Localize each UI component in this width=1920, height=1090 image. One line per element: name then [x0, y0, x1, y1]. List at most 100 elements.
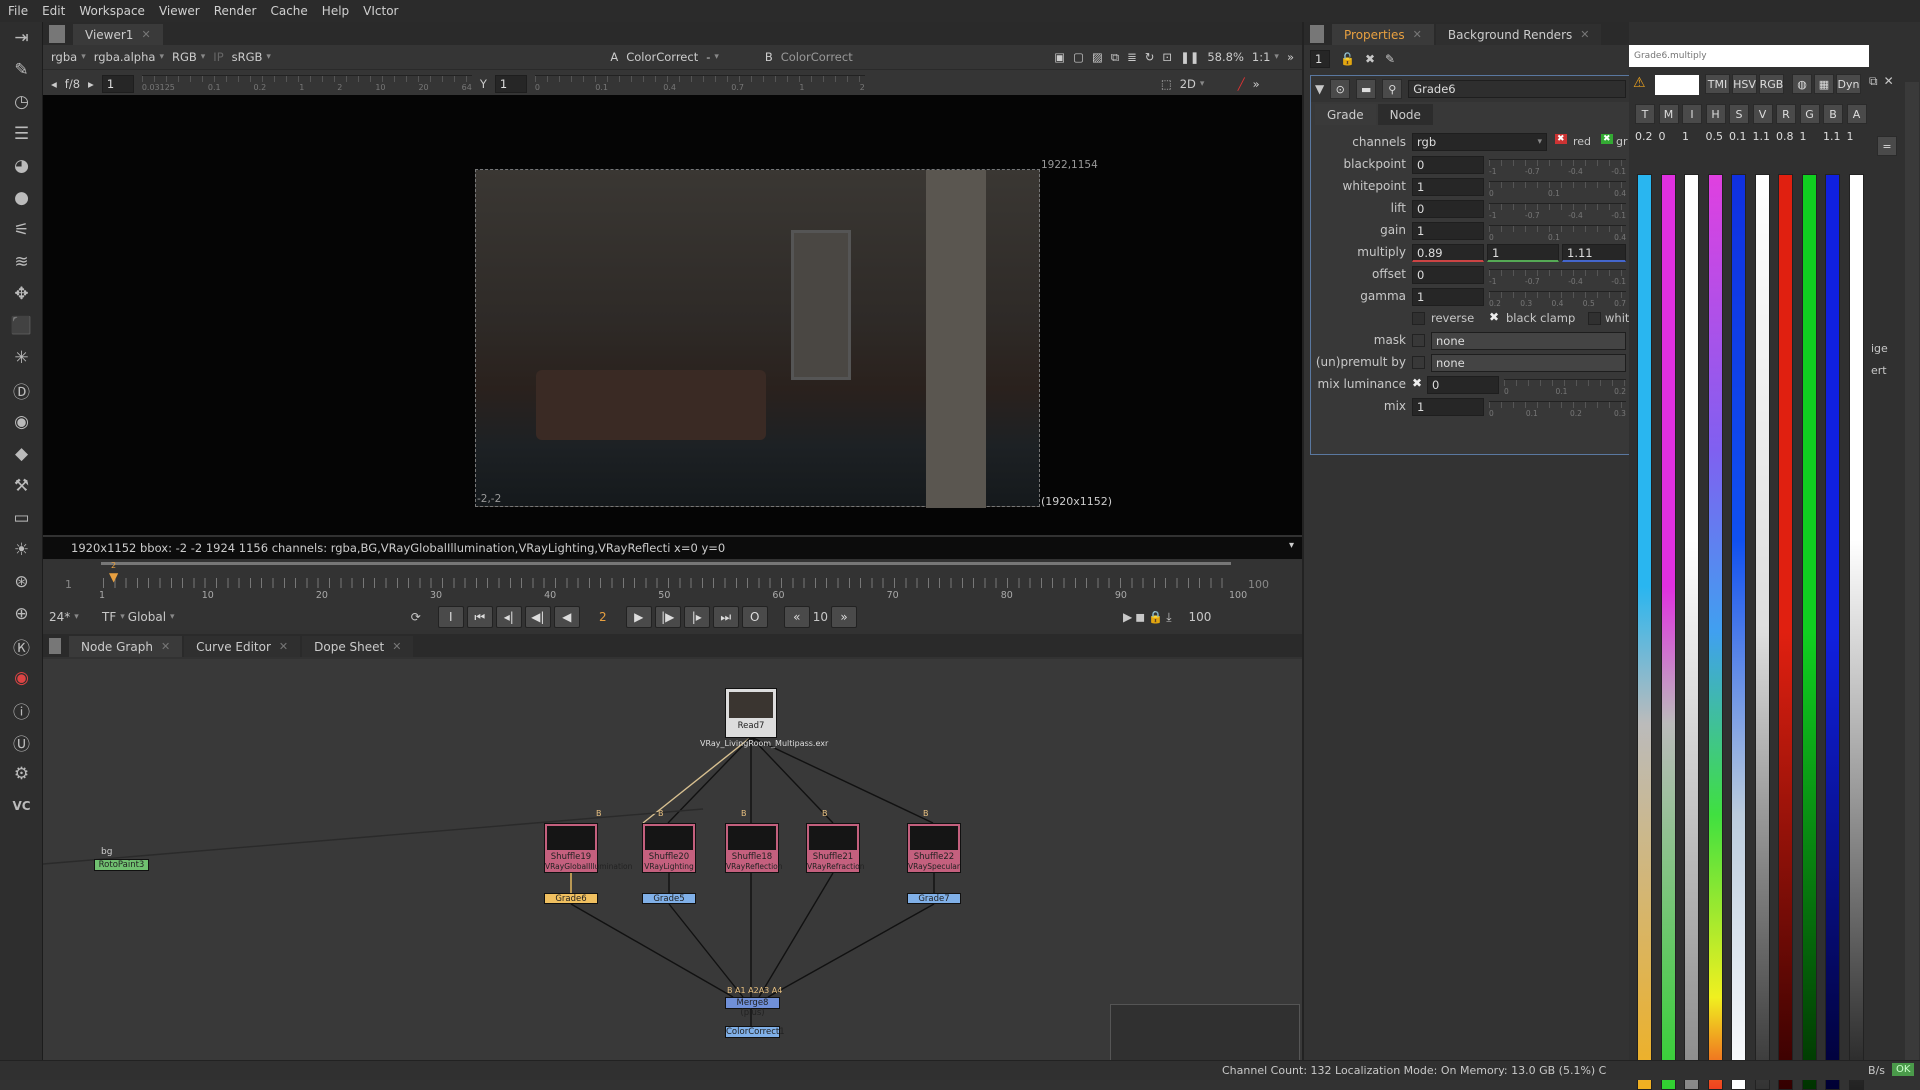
node-grade5[interactable]: Grade5	[642, 893, 696, 904]
scope-dropdown[interactable]: Global	[128, 610, 408, 624]
tab-node-graph[interactable]: Node Graph ✕	[69, 636, 183, 657]
play-backward-button[interactable]: ◀	[553, 606, 580, 628]
multiply-r-field[interactable]: 0.89	[1412, 244, 1484, 262]
metadata-icon[interactable]: ◆	[0, 438, 43, 470]
gain-slider[interactable]: 0 0.1 0.4	[1489, 225, 1626, 243]
other-icon[interactable]: ▭	[0, 502, 43, 534]
timeline-end[interactable]: 100	[1248, 578, 1269, 591]
prev-keyframe-button[interactable]: ◂|	[495, 606, 522, 628]
red-plugin-icon[interactable]: ◉	[0, 662, 43, 694]
lift-slider[interactable]: -1 -0.7 -0.4 -0.1	[1489, 203, 1626, 221]
whitepoint-field[interactable]: 1	[1412, 178, 1484, 196]
keyer-icon[interactable]: ⚟	[0, 214, 43, 246]
roi-select-icon[interactable]: ⬚	[1161, 77, 1172, 91]
blackpoint-field[interactable]: 0	[1412, 156, 1484, 174]
channel-value[interactable]: 1.1	[1823, 130, 1841, 143]
expand-icon[interactable]: »	[1253, 77, 1260, 91]
mask-dropdown[interactable]: none	[1431, 332, 1626, 350]
timeline-ruler[interactable]	[103, 578, 1233, 588]
channels-dropdown[interactable]: rgba	[51, 50, 86, 64]
export-icon[interactable]: ⤓	[1166, 610, 1171, 625]
close-icon[interactable]: ✕	[1580, 28, 1589, 41]
offset-slider[interactable]: -1 -0.7 -0.4 -0.1	[1489, 269, 1626, 287]
channel-slider-v[interactable]	[1754, 174, 1770, 1090]
image-icon[interactable]: ⇥	[0, 22, 43, 54]
white-clamp-checkbox[interactable]	[1588, 312, 1601, 325]
unpremult-dropdown[interactable]: none	[1431, 354, 1626, 372]
edit-icon[interactable]: ✎	[1385, 52, 1395, 66]
gamma-slider[interactable]: 0 0.1 0.4 0.7 1 2	[534, 74, 865, 93]
pause-icon[interactable]: ❚❚	[1180, 50, 1199, 64]
first-frame-button[interactable]: ⏮	[466, 606, 493, 628]
record-icon[interactable]: ◼	[1135, 610, 1145, 624]
tab-properties[interactable]: Properties ✕	[1332, 24, 1434, 45]
refresh-icon[interactable]: ↻	[1145, 50, 1155, 64]
prev-frame-button[interactable]: ◀|	[524, 606, 551, 628]
menu-workspace[interactable]: Workspace	[79, 4, 145, 18]
menu-help[interactable]: Help	[322, 4, 349, 18]
lock-icon[interactable]: 🔓	[1340, 52, 1355, 66]
reverse-checkbox[interactable]	[1412, 312, 1425, 325]
gain-field[interactable]: 1	[1412, 222, 1484, 240]
color-swatch[interactable]	[1655, 75, 1699, 95]
expand-icon[interactable]: »	[1287, 50, 1294, 64]
zoom-value[interactable]: 58.8%	[1207, 50, 1244, 64]
last-frame-button[interactable]: ⏭	[712, 606, 739, 628]
keylight-icon[interactable]: Ⓚ	[0, 630, 43, 662]
furnace-icon[interactable]: ☀	[0, 534, 43, 566]
3d-icon[interactable]: ⬛	[0, 310, 43, 342]
menu-edit[interactable]: Edit	[42, 4, 65, 18]
node-shuffle[interactable]: Shuffle20 VRayLighting	[642, 823, 696, 873]
channel-button-h[interactable]: H	[1705, 104, 1726, 124]
close-icon[interactable]: ✕	[161, 640, 170, 653]
close-icon[interactable]: ✕	[279, 640, 288, 653]
panel-menu-icon[interactable]	[49, 638, 61, 654]
settings-icon[interactable]: ⚲	[1382, 79, 1403, 99]
scrollbar[interactable]	[1905, 82, 1919, 1062]
channel-slider-b[interactable]	[1825, 174, 1840, 1090]
panel-menu-icon[interactable]	[49, 25, 65, 43]
node-colorcorrect1[interactable]: ColorCorrect1	[725, 1026, 785, 1038]
red-checkbox[interactable]: ✖	[1555, 134, 1567, 144]
mix-field[interactable]: 1	[1412, 398, 1484, 416]
channel-slider-s[interactable]	[1731, 174, 1746, 1090]
menu-file[interactable]: File	[8, 4, 28, 18]
frame-icon[interactable]: ▢	[1073, 50, 1084, 64]
deep-icon[interactable]: Ⓓ	[0, 374, 43, 406]
lut-dropdown[interactable]: sRGB	[232, 50, 283, 64]
channel-button-b[interactable]: B	[1823, 104, 1843, 124]
tab-viewer1[interactable]: Viewer1 ✕	[73, 24, 163, 45]
channel-button-t[interactable]: T	[1635, 104, 1655, 124]
input-b-dropdown[interactable]: ColorCorrect	[781, 50, 853, 64]
channel-slider-m[interactable]	[1660, 174, 1676, 1090]
unpremult-checkbox[interactable]	[1412, 356, 1425, 369]
float-icon[interactable]: ⧉	[1869, 74, 1878, 94]
clear-panels-icon[interactable]: ✖	[1365, 52, 1375, 66]
close-icon[interactable]: ✕	[392, 640, 401, 653]
channel-slider-i[interactable]	[1684, 174, 1699, 1090]
black-clamp-checkbox[interactable]: ✖	[1489, 310, 1499, 324]
mix-luminance-checkbox[interactable]: ✖	[1412, 376, 1422, 390]
channel-icon[interactable]: ☰	[0, 118, 43, 150]
step-forward-button[interactable]: »	[831, 606, 858, 628]
close-icon[interactable]: ✕	[1884, 74, 1894, 94]
timeline-range-bar[interactable]	[101, 562, 1231, 565]
channel-slider-g[interactable]	[1801, 174, 1817, 1090]
gear-plugin-icon[interactable]: ⚙	[0, 758, 43, 790]
next-frame-button[interactable]: |▶	[654, 606, 681, 628]
channel-button-i[interactable]: I	[1682, 104, 1702, 124]
close-icon[interactable]: ✕	[141, 28, 150, 41]
node-shuffle[interactable]: Shuffle21 VRayRefraction	[806, 823, 865, 873]
channel-slider-a[interactable]	[1848, 174, 1864, 1090]
time-icon[interactable]: ◷	[0, 86, 43, 118]
tab-grade[interactable]: Grade	[1315, 104, 1376, 125]
max-panels-field[interactable]: 1	[1310, 50, 1330, 68]
timeline[interactable]: 1 1 10 20 30 40 50 60 70 80 90 100 ▼ 2 100	[43, 560, 1302, 604]
mix-slider[interactable]: 0 0.1 0.2 0.3	[1489, 401, 1626, 419]
menu-viewer[interactable]: Viewer	[159, 4, 200, 18]
ip-button[interactable]: IP	[213, 50, 223, 64]
channel-button-g[interactable]: G	[1799, 104, 1820, 124]
channel-value[interactable]: 0	[1659, 130, 1666, 143]
menu-cache[interactable]: Cache	[270, 4, 307, 18]
node-graph-canvas[interactable]: Read7 VRay_LivingRoom_Multipass.exr Shuf…	[43, 659, 1302, 1080]
